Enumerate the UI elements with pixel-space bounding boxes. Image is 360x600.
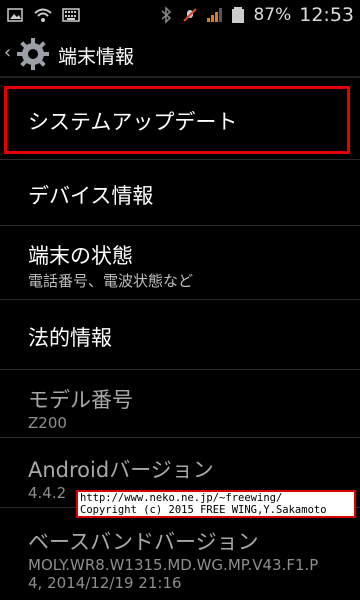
watermark-url: http://www.neko.ne.jp/~freewing/ — [80, 492, 283, 504]
item-title: 端末の状態 — [28, 244, 133, 268]
device-status-item[interactable]: 端末の状態 電話番号、電波状態など — [0, 226, 360, 300]
item-subtitle: MOLY.WR8.W1315.MD.WG.MP.V43.F1.P — [28, 556, 319, 574]
mute-icon — [183, 8, 198, 22]
item-subtitle: 電話番号、電波状態など — [28, 272, 194, 290]
copyright-watermark: http://www.neko.ne.jp/~freewing/ Copyrig… — [76, 490, 356, 518]
item-title: デバイス情報 — [28, 184, 154, 208]
watermark-copyright: Copyright (c) 2015 FREE WING,Y.Sakamoto — [80, 504, 327, 516]
item-subtitle: 4.4.2 — [28, 484, 67, 502]
item-title: ベースバンドバージョン — [28, 530, 259, 554]
item-title: Androidバージョン — [28, 458, 214, 482]
image-icon — [7, 8, 23, 22]
back-chevron-icon[interactable]: ‹ — [4, 42, 11, 63]
clock: 12:53 — [299, 4, 354, 26]
item-subtitle-line2: 4, 2014/12/19 21:16 — [28, 574, 182, 592]
keyboard-icon — [62, 8, 80, 22]
item-subtitle: Z200 — [28, 414, 67, 432]
device-info-item[interactable]: デバイス情報 — [0, 160, 360, 226]
model-number-item: モデル番号 Z200 — [0, 370, 360, 438]
wifi-icon — [34, 8, 52, 22]
page-title: 端末情報 — [58, 46, 135, 68]
action-bar: ‹ 端末情報 — [0, 30, 360, 78]
battery-percent: 87% — [253, 5, 292, 25]
bluetooth-icon — [161, 6, 172, 24]
signal-icon — [207, 8, 223, 22]
item-title: 法的情報 — [28, 326, 112, 350]
settings-gear-icon[interactable] — [16, 37, 50, 71]
status-bar: 87% 12:53 — [0, 0, 360, 30]
battery-icon — [232, 7, 245, 23]
legal-info-item[interactable]: 法的情報 — [0, 300, 360, 370]
system-update-item[interactable]: システムアップデート — [0, 80, 360, 160]
highlight-box — [4, 86, 350, 154]
item-title: モデル番号 — [28, 388, 133, 412]
baseband-version-item: ベースバンドバージョン MOLY.WR8.W1315.MD.WG.MP.V43.… — [0, 508, 360, 600]
